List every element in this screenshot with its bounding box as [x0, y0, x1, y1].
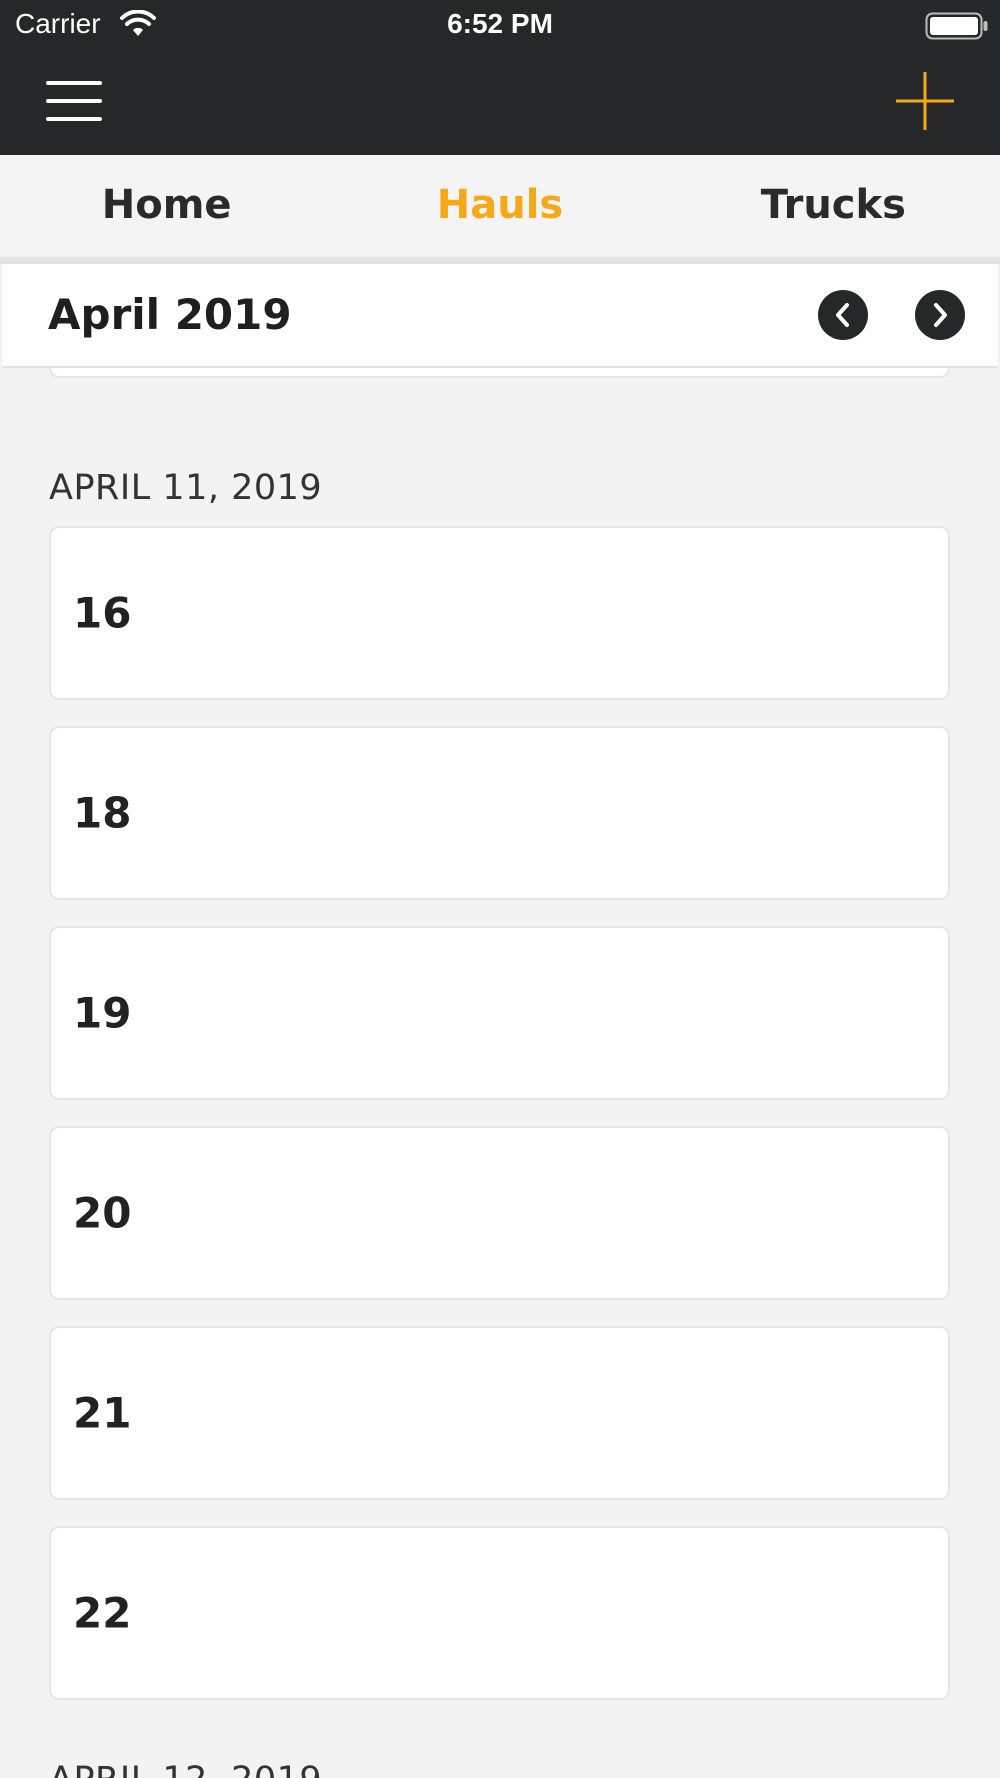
list-item-label: 19 [73, 988, 132, 1038]
list-item[interactable]: 20 [49, 1126, 950, 1300]
hamburger-menu-icon [46, 81, 102, 121]
list-item-label: 20 [73, 1188, 132, 1238]
list-item[interactable]: 18 [49, 726, 950, 900]
month-title: April 2019 [48, 290, 292, 339]
list-item[interactable]: 21 [49, 1326, 950, 1500]
previous-month-button[interactable] [818, 290, 868, 340]
top-bar: Carrier 6:52 PM [0, 0, 1000, 155]
add-button[interactable] [880, 65, 970, 137]
chevron-left-icon [836, 303, 849, 327]
tab-divider [0, 257, 1000, 264]
plus-icon [896, 72, 954, 130]
status-time: 6:52 PM [447, 8, 553, 39]
nav-bar [0, 50, 1000, 155]
hauls-list[interactable]: APRIL 11, 2019 16 18 19 20 21 22 APRIL 1… [0, 368, 1000, 1778]
list-item[interactable]: 19 [49, 926, 950, 1100]
tab-bar: Home Hauls Trucks [0, 155, 1000, 263]
tab-trucks[interactable]: Trucks [667, 155, 1000, 263]
chevron-right-icon [934, 303, 947, 327]
list-item[interactable]: 22 [49, 1526, 950, 1700]
list-item-label: 22 [73, 1588, 132, 1638]
month-header: April 2019 [2, 264, 998, 368]
next-month-button[interactable] [915, 290, 965, 340]
section-date: APRIL 11, 2019 [49, 468, 323, 508]
list-item-label: 21 [73, 1388, 132, 1438]
list-item-partial[interactable] [49, 368, 950, 378]
status-bar: Carrier 6:52 PM [0, 0, 1000, 50]
menu-button[interactable] [38, 70, 110, 132]
tab-home[interactable]: Home [0, 155, 333, 263]
list-item-label: 18 [73, 788, 132, 838]
list-item[interactable]: 16 [49, 526, 950, 700]
section-date: APRIL 12, 2019 [49, 1760, 322, 1778]
battery-icon [925, 12, 989, 44]
tab-hauls[interactable]: Hauls [333, 155, 667, 263]
list-item-label: 16 [73, 588, 132, 638]
